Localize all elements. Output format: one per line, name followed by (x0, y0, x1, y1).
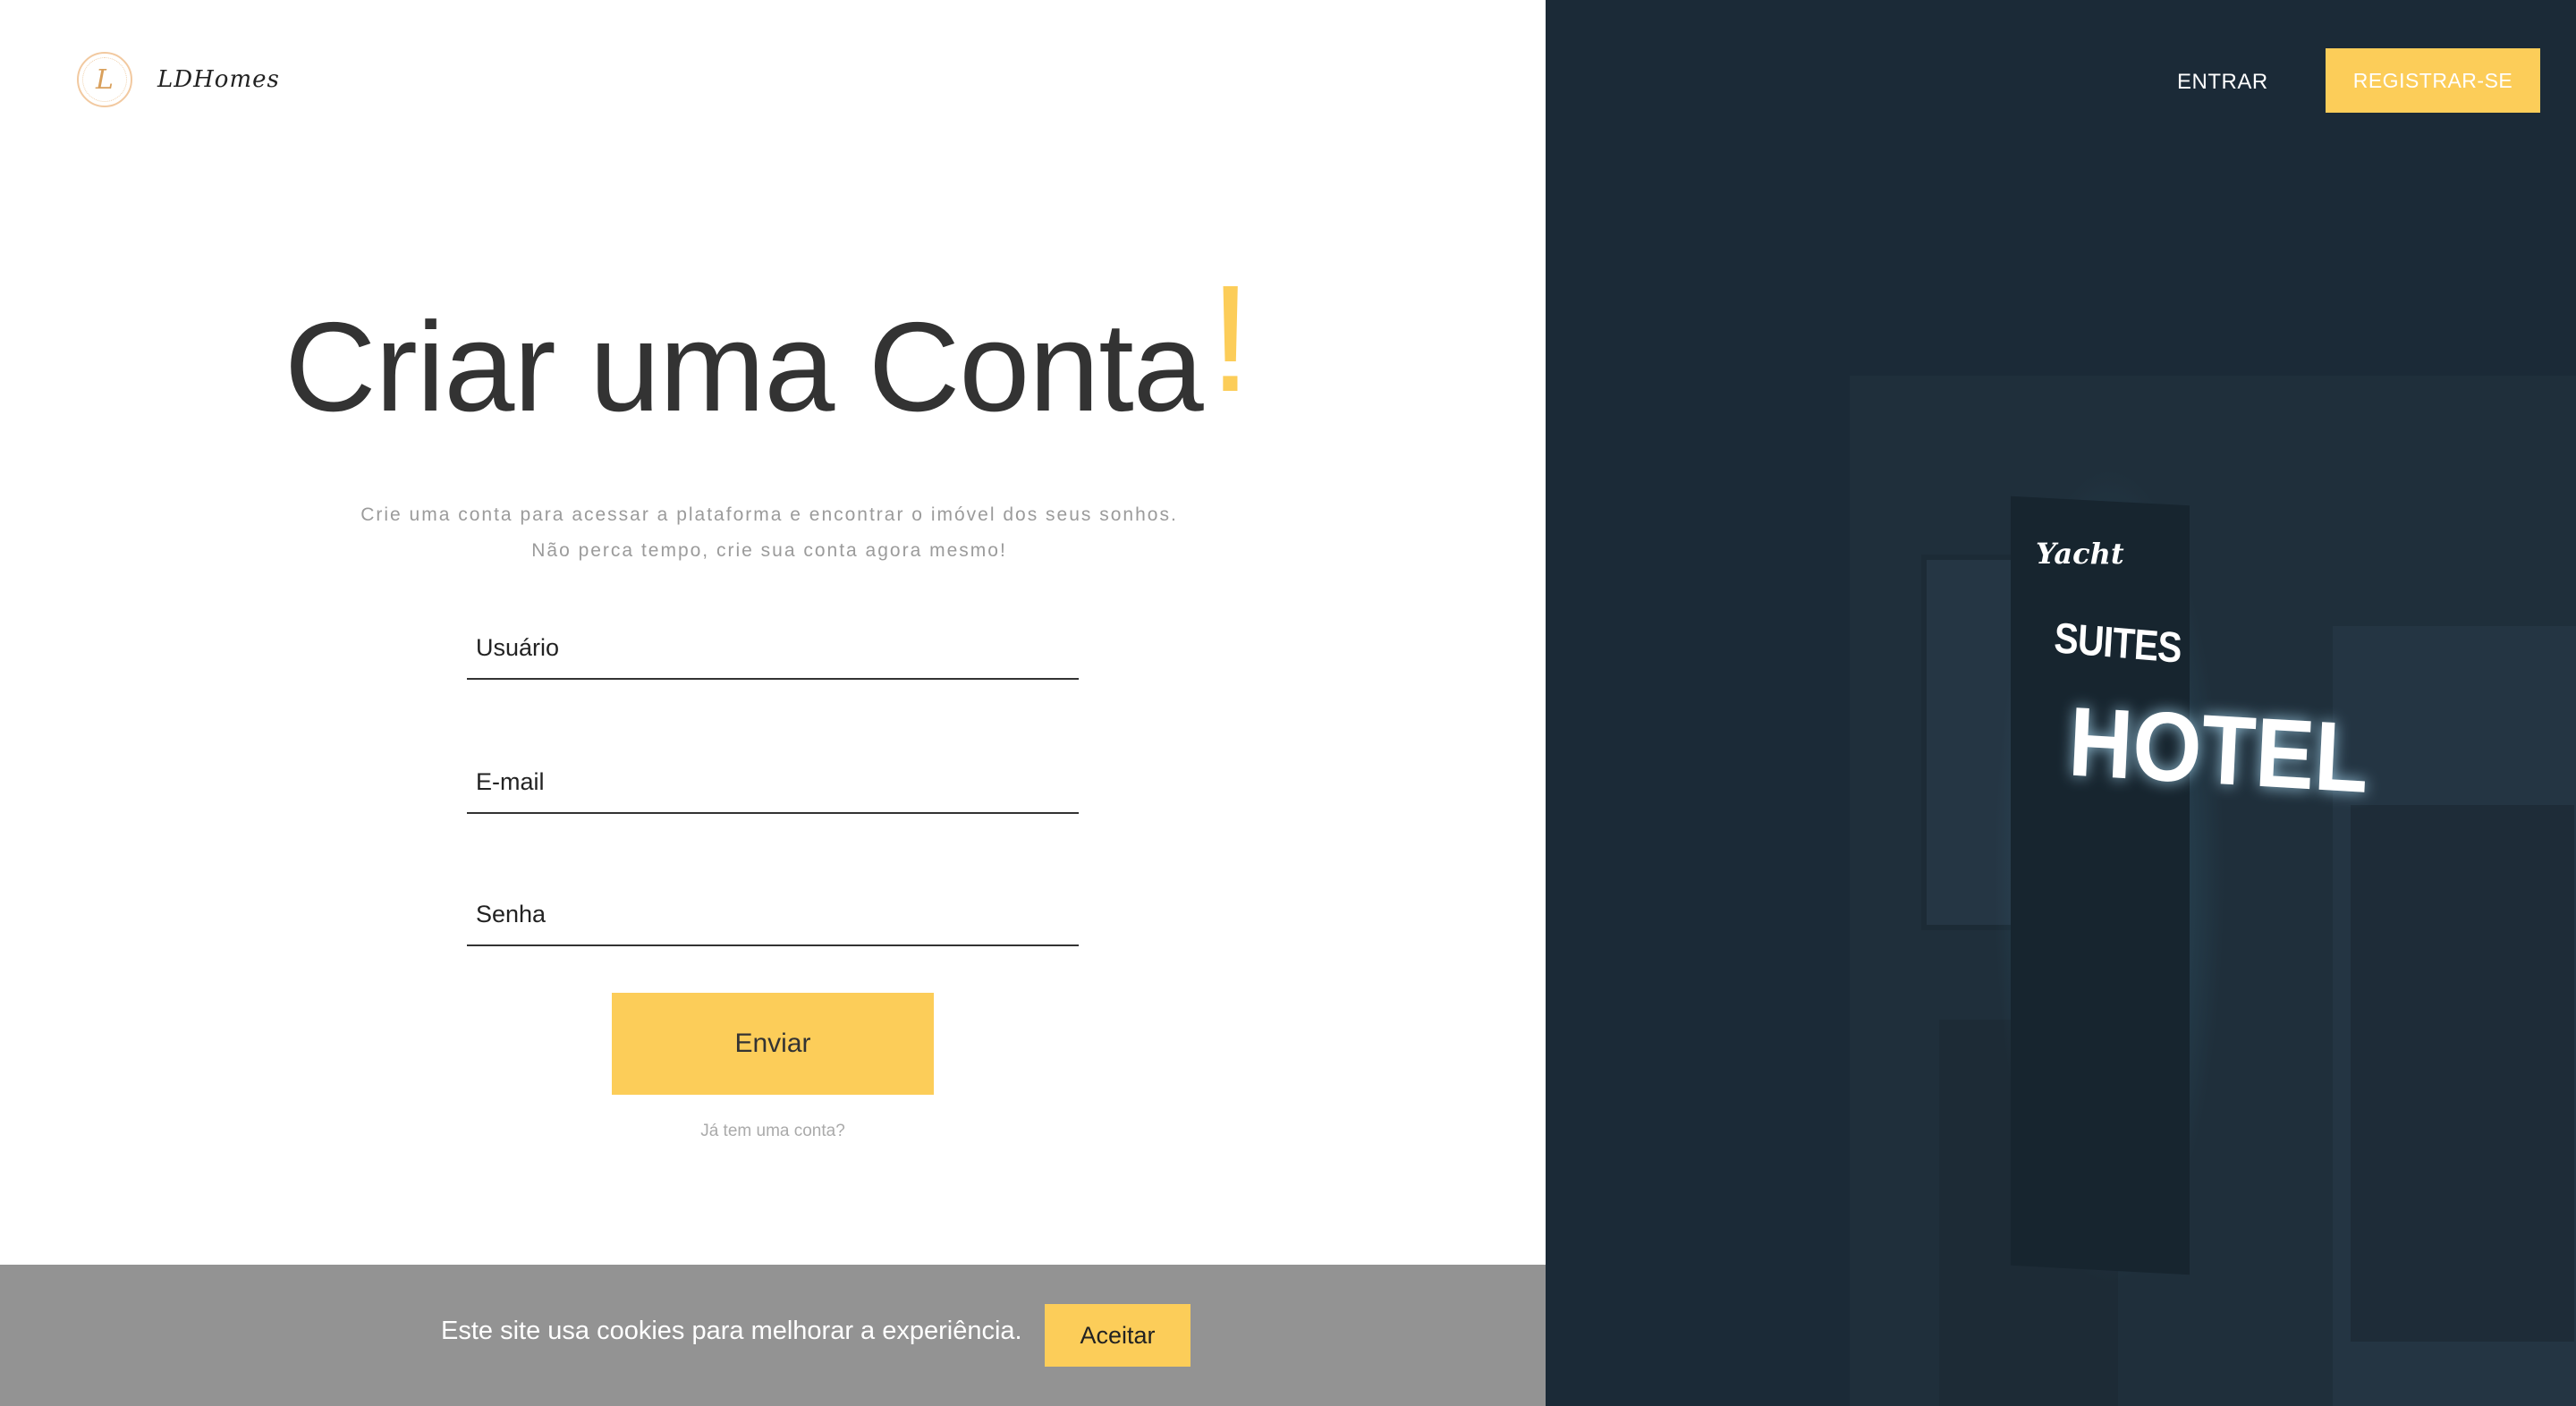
nav-login-link[interactable]: ENTRAR (2177, 70, 2268, 95)
building-side-window (2351, 805, 2574, 1342)
title-accent: ! (1209, 254, 1252, 424)
nav-register-button[interactable]: REGISTRAR-SE (2326, 48, 2540, 113)
signup-panel: L LDHomes Criar uma Conta ! Crie uma con… (0, 0, 1546, 1406)
cookie-banner: Este site usa cookies para melhorar a ex… (0, 1265, 1546, 1406)
hero-image-panel: Yacht SUITES HOTEL ENTRAR REGISTRAR-SE (1546, 0, 2576, 1406)
password-placeholder: Senha (476, 901, 547, 927)
brand[interactable]: L LDHomes (77, 52, 280, 107)
page-subtitle: Crie uma conta para acessar a plataforma… (360, 504, 1178, 561)
login-link[interactable]: Já tem uma conta? (612, 1122, 934, 1141)
username-placeholder: Usuário (476, 634, 560, 661)
sign-yacht-text: Yacht (2036, 537, 2124, 571)
cookie-accept-button[interactable]: Aceitar (1045, 1304, 1191, 1367)
page-title: Criar uma Conta (284, 296, 1204, 438)
logo-letter: L (96, 64, 114, 96)
hotel-sign (2011, 495, 2190, 1275)
cookie-message: Este site usa cookies para melhorar a ex… (441, 1317, 1022, 1345)
username-field[interactable]: Usuário (467, 623, 1079, 680)
email-placeholder: E-mail (476, 768, 545, 795)
sign-suites-text: SUITES (2053, 614, 2183, 673)
password-field[interactable]: Senha (467, 889, 1079, 946)
email-field[interactable]: E-mail (467, 757, 1079, 814)
sign-hotel-text: HOTEL (2066, 686, 2371, 813)
brand-logo-icon: L (77, 52, 132, 107)
submit-button[interactable]: Enviar (612, 993, 934, 1095)
brand-name: LDHomes (157, 66, 280, 93)
